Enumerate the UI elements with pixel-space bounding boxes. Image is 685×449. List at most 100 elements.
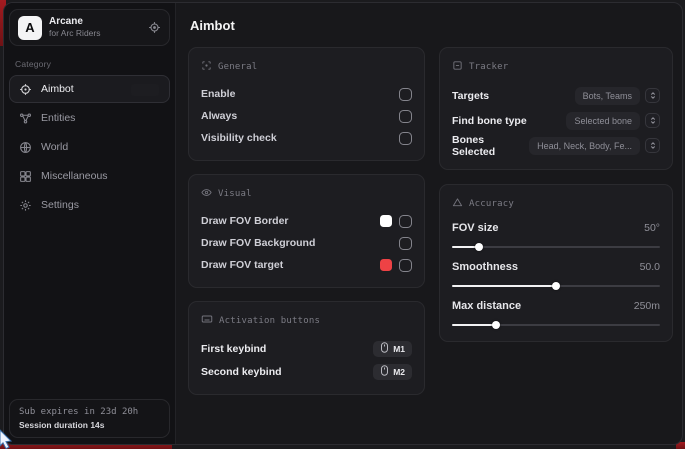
crosshair-icon — [19, 83, 32, 96]
draw-fov-target-checkbox[interactable] — [399, 259, 412, 272]
sidebar-item-label: World — [41, 141, 68, 153]
always-checkbox[interactable] — [399, 110, 412, 123]
chevrons-up-down-icon[interactable] — [645, 113, 660, 128]
brand-subtitle: for Arc Riders — [49, 28, 141, 39]
setting-row-always: Always — [201, 105, 412, 127]
sidebar-item-label: Miscellaneous — [41, 170, 108, 182]
dropdown-value: Bots, Teams — [575, 87, 640, 105]
setting-row-draw-fov-target: Draw FOV target — [201, 254, 412, 276]
sidebar-item-aimbot[interactable]: Aimbot — [9, 75, 170, 103]
chevrons-up-down-icon[interactable] — [645, 88, 660, 103]
setting-row-bones-selected: Bones Selected Head, Neck, Body, Fe... — [452, 133, 660, 158]
setting-row-second-keybind: Second keybind M2 — [201, 360, 412, 383]
slider-thumb[interactable] — [492, 321, 500, 329]
card-title: Accuracy — [469, 199, 514, 209]
sidebar-item-label: Aimbot — [41, 83, 74, 95]
slider-value: 250m — [634, 300, 660, 312]
visual-card: Visual Draw FOV Border Draw FOV Backgrou… — [188, 174, 425, 288]
row-label: Second keybind — [201, 366, 282, 378]
sidebar-nav: Aimbot Entities World — [4, 75, 175, 219]
setting-row-fov-size: FOV size 50° — [452, 220, 660, 250]
gear-icon[interactable] — [148, 21, 161, 34]
setting-row-smoothness: Smoothness 50.0 — [452, 259, 660, 289]
sidebar-item-settings[interactable]: Settings — [9, 191, 170, 219]
setting-row-first-keybind: First keybind M1 — [201, 337, 412, 360]
smoothness-slider[interactable] — [452, 282, 660, 289]
card-title: Activation buttons — [219, 316, 320, 326]
setting-row-find-bone-type: Find bone type Selected bone — [452, 108, 660, 133]
main-content: Aimbot General — [176, 3, 683, 444]
grid-icon — [19, 170, 32, 183]
row-label: FOV size — [452, 222, 498, 234]
slider-fill — [452, 246, 479, 248]
bones-selected-dropdown[interactable]: Head, Neck, Body, Fe... — [529, 137, 660, 155]
keybind-value: M2 — [393, 367, 405, 377]
general-card: General Enable Always Visibility check — [188, 47, 425, 161]
targets-dropdown[interactable]: Bots, Teams — [575, 87, 660, 105]
fov-border-color-swatch[interactable] — [380, 215, 392, 227]
aimbot-hint-badge — [131, 84, 159, 96]
visibility-check-checkbox[interactable] — [399, 132, 412, 145]
chevrons-up-down-icon[interactable] — [645, 138, 660, 153]
sidebar-item-miscellaneous[interactable]: Miscellaneous — [9, 162, 170, 190]
activation-card: Activation buttons First keybind M1 — [188, 301, 425, 395]
fov-target-color-swatch[interactable] — [380, 259, 392, 271]
slider-track — [452, 246, 660, 248]
setting-row-max-distance: Max distance 250m — [452, 298, 660, 328]
tracker-card: Tracker Targets Bots, Teams — [439, 47, 673, 170]
max-distance-slider[interactable] — [452, 321, 660, 328]
find-bone-type-dropdown[interactable]: Selected bone — [566, 112, 660, 130]
slider-value: 50.0 — [640, 261, 660, 273]
globe-icon — [19, 141, 32, 154]
scan-icon — [452, 58, 463, 76]
setting-row-targets: Targets Bots, Teams — [452, 83, 660, 108]
row-label: Draw FOV Background — [201, 237, 315, 249]
card-title: Visual — [218, 189, 252, 199]
brand-logo: A — [18, 16, 42, 40]
row-label: Enable — [201, 88, 235, 100]
card-title: General — [218, 62, 257, 72]
setting-row-enable: Enable — [201, 83, 412, 105]
setting-row-visibility-check: Visibility check — [201, 127, 412, 149]
row-label: Visibility check — [201, 132, 277, 144]
dropdown-value: Selected bone — [566, 112, 640, 130]
mouse-icon — [380, 365, 389, 378]
accuracy-card: Accuracy FOV size 50° — [439, 184, 673, 342]
app-window: A Arcane for Arc Riders Category — [3, 2, 683, 445]
row-label: Targets — [452, 90, 489, 102]
entities-nodes-icon — [19, 112, 32, 125]
brand-card: A Arcane for Arc Riders — [9, 9, 170, 46]
dropdown-value: Head, Neck, Body, Fe... — [529, 137, 640, 155]
page-title: Aimbot — [190, 18, 673, 33]
slider-fill — [452, 324, 496, 326]
sidebar-item-world[interactable]: World — [9, 133, 170, 161]
sidebar-item-entities[interactable]: Entities — [9, 104, 170, 132]
row-label: First keybind — [201, 343, 266, 355]
category-label: Category — [15, 59, 175, 69]
keyboard-icon — [201, 312, 213, 330]
subscription-card: Sub expires in 23d 20h Session duration … — [9, 399, 170, 438]
card-title: Tracker — [469, 62, 508, 72]
row-label: Draw FOV target — [201, 259, 283, 271]
second-keybind-button[interactable]: M2 — [373, 364, 412, 380]
row-label: Bones Selected — [452, 134, 529, 158]
mouse-cursor — [0, 429, 15, 449]
row-label: Draw FOV Border — [201, 215, 289, 227]
draw-fov-border-checkbox[interactable] — [399, 215, 412, 228]
eye-icon — [201, 185, 212, 203]
gear-icon — [19, 199, 32, 212]
keybind-value: M1 — [393, 344, 405, 354]
slider-fill — [452, 285, 556, 287]
triangle-icon — [452, 195, 463, 213]
brand-name: Arcane — [49, 16, 141, 28]
sidebar: A Arcane for Arc Riders Category — [4, 3, 176, 444]
draw-fov-background-checkbox[interactable] — [399, 237, 412, 250]
slider-thumb[interactable] — [475, 243, 483, 251]
slider-thumb[interactable] — [552, 282, 560, 290]
slider-value: 50° — [644, 222, 660, 234]
enable-checkbox[interactable] — [399, 88, 412, 101]
fov-size-slider[interactable] — [452, 243, 660, 250]
first-keybind-button[interactable]: M1 — [373, 341, 412, 357]
mouse-icon — [380, 342, 389, 355]
sidebar-item-label: Settings — [41, 199, 79, 211]
